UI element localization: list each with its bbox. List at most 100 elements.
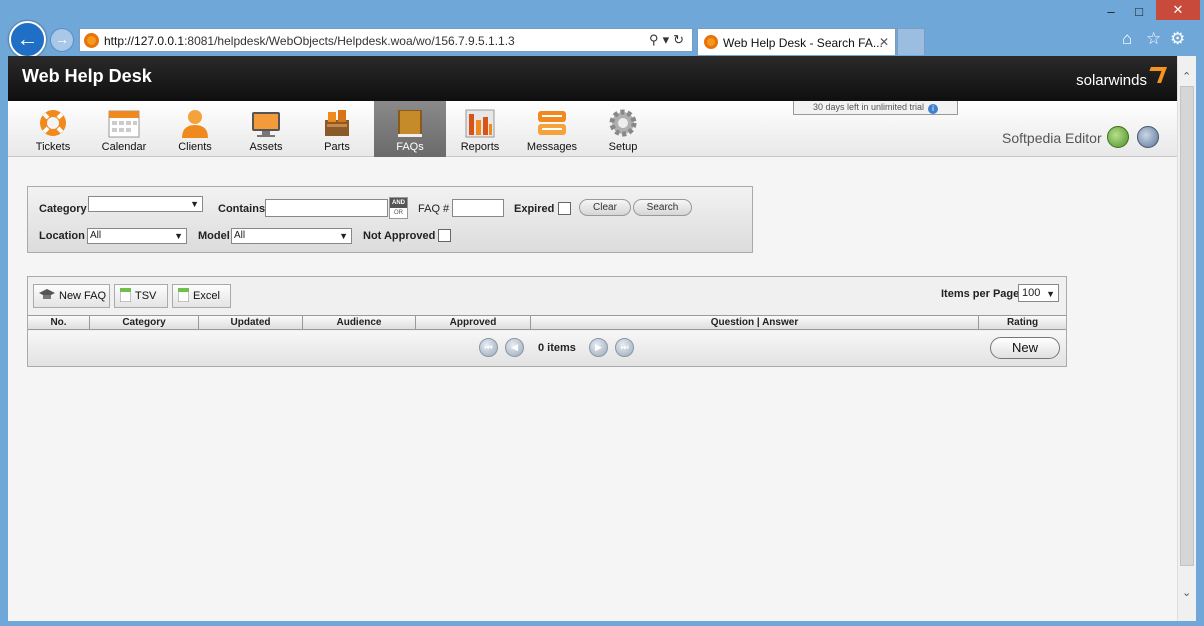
dropdown-icon[interactable]: ▾: [663, 32, 674, 47]
items-per-page-label: Items per Page: [941, 288, 1020, 300]
contains-label: Contains: [218, 203, 266, 215]
lifebuoy-icon: [40, 110, 66, 136]
excel-label: Excel: [193, 290, 220, 302]
brand-mark-icon: [1145, 67, 1167, 83]
toolbar-label: FAQs: [396, 141, 424, 153]
tab-close-icon[interactable]: ✕: [879, 35, 889, 49]
location-select[interactable]: All ▼: [87, 228, 187, 244]
refresh-icon[interactable]: ↻: [673, 32, 688, 47]
address-bar[interactable]: http://127.0.0.1:8081/helpdesk/WebObject…: [79, 28, 693, 52]
clear-button[interactable]: Clear: [579, 199, 631, 216]
location-value: All: [90, 230, 102, 241]
toolbar-parts[interactable]: Parts: [301, 101, 373, 157]
favorites-icon[interactable]: ☆: [1146, 29, 1161, 49]
chevron-down-icon: ▼: [339, 231, 348, 241]
category-label: Category: [39, 203, 87, 215]
and-label: AND: [390, 198, 407, 208]
excel-export-button[interactable]: Excel: [172, 284, 231, 308]
contains-input[interactable]: [265, 199, 388, 217]
chevron-down-icon: ▼: [190, 199, 199, 209]
model-select[interactable]: All ▼: [231, 228, 352, 244]
toolbar-tickets[interactable]: Tickets: [17, 101, 89, 157]
search-button[interactable]: Search: [633, 199, 692, 216]
faq-number-input[interactable]: [452, 199, 504, 217]
column-header-updated[interactable]: Updated: [199, 316, 303, 329]
user-profile-icon[interactable]: [1137, 126, 1159, 148]
forward-icon: →: [55, 31, 69, 47]
category-select[interactable]: ▼: [88, 196, 203, 212]
item-count: 0 items: [538, 342, 576, 354]
new-faq-button[interactable]: New FAQ: [33, 284, 110, 308]
search-icon[interactable]: ⚲: [649, 32, 663, 47]
chevron-down-icon: ▼: [174, 231, 183, 241]
toolbar-messages[interactable]: Messages: [516, 101, 588, 157]
parts-box-icon: [325, 110, 349, 136]
browser-tab[interactable]: Web Help Desk - Search FA... ✕: [697, 28, 896, 55]
user-name: Softpedia Editor: [1002, 130, 1102, 146]
scroll-down-icon[interactable]: ⌄: [1182, 586, 1191, 599]
new-tab-button[interactable]: [897, 28, 925, 55]
model-value: All: [234, 230, 246, 241]
page-viewport: Web Help Desk solarwinds Tickets Calenda…: [8, 56, 1177, 621]
browser-chrome: – □ ✕ ← → http://127.0.0.1:8081/helpdesk…: [0, 0, 1204, 58]
column-header-rating[interactable]: Rating: [979, 316, 1066, 329]
compass-icon[interactable]: [1107, 126, 1129, 148]
scrollbar-thumb[interactable]: [1180, 86, 1194, 566]
toolbar-label: Setup: [608, 141, 638, 153]
forward-button[interactable]: →: [50, 28, 74, 52]
last-page-icon[interactable]: ⏭: [615, 338, 634, 357]
toolbar-label: Reports: [460, 141, 500, 153]
close-window-icon[interactable]: ✕: [1156, 0, 1200, 20]
or-label: OR: [394, 210, 403, 216]
monitor-icon: [252, 112, 280, 137]
new-faq-label: New FAQ: [59, 290, 107, 302]
gear-icon[interactable]: ⚙: [1170, 29, 1185, 49]
tsv-export-button[interactable]: TSV: [114, 284, 168, 308]
info-icon[interactable]: i: [928, 104, 939, 114]
model-label: Model: [198, 230, 230, 242]
address-url[interactable]: http://127.0.0.1:8081/helpdesk/WebObject…: [104, 34, 515, 48]
trial-text: 30 days left in unlimited trial: [812, 102, 925, 112]
column-header-question-answer[interactable]: Question | Answer: [531, 316, 979, 329]
scroll-up-icon[interactable]: ⌃: [1182, 70, 1191, 83]
calendar-icon: [108, 110, 140, 138]
toolbar-faqs[interactable]: FAQs: [374, 101, 446, 157]
column-header-category[interactable]: Category: [90, 316, 199, 329]
brand-logo: solarwinds: [1076, 72, 1147, 89]
expired-checkbox[interactable]: [558, 202, 571, 215]
and-or-toggle[interactable]: AND OR: [389, 197, 408, 219]
person-icon: [182, 110, 208, 138]
toolbar-clients[interactable]: Clients: [159, 101, 231, 157]
toolbar-calendar[interactable]: Calendar: [88, 101, 160, 157]
faq-search-panel: Category ▼ Contains AND OR FAQ # Expired …: [27, 186, 753, 253]
home-icon[interactable]: ⌂: [1122, 29, 1132, 49]
chevron-down-icon: ▼: [1046, 289, 1055, 299]
graduation-cap-icon: [39, 289, 55, 299]
vertical-scrollbar[interactable]: ⌃ ⌄: [1177, 56, 1196, 621]
toolbar-assets[interactable]: Assets: [230, 101, 302, 157]
new-button[interactable]: New: [990, 337, 1060, 359]
pagination-bar: ⏮ ◀ 0 items ▶ ⏭ New: [28, 331, 1066, 366]
app-header: Web Help Desk solarwinds: [8, 56, 1177, 101]
first-page-icon[interactable]: ⏮: [479, 338, 498, 357]
previous-page-icon[interactable]: ◀: [505, 338, 524, 357]
next-page-icon[interactable]: ▶: [589, 338, 608, 357]
toolbar-reports[interactable]: Reports: [444, 101, 516, 157]
toolbar-label: Tickets: [35, 141, 71, 153]
message-bubbles-icon: [538, 111, 566, 135]
not-approved-checkbox[interactable]: [438, 229, 451, 242]
toolbar-setup[interactable]: Setup: [587, 101, 659, 157]
document-icon: [120, 288, 131, 302]
column-header-approved[interactable]: Approved: [416, 316, 531, 329]
items-per-page-select[interactable]: 100 ▼: [1018, 284, 1059, 302]
back-button[interactable]: ←: [9, 21, 46, 58]
tab-favicon-icon: [704, 35, 718, 49]
toolbar-label: Parts: [324, 141, 350, 153]
maximize-icon[interactable]: □: [1128, 4, 1150, 19]
minimize-icon[interactable]: –: [1100, 4, 1122, 19]
toolbar-label: Assets: [249, 141, 283, 153]
faq-results-panel: New FAQ TSV Excel Items per Page 100 ▼ No…: [27, 276, 1067, 367]
back-icon: ←: [16, 26, 39, 51]
column-header-no[interactable]: No.: [28, 316, 90, 329]
column-header-audience[interactable]: Audience: [303, 316, 416, 329]
